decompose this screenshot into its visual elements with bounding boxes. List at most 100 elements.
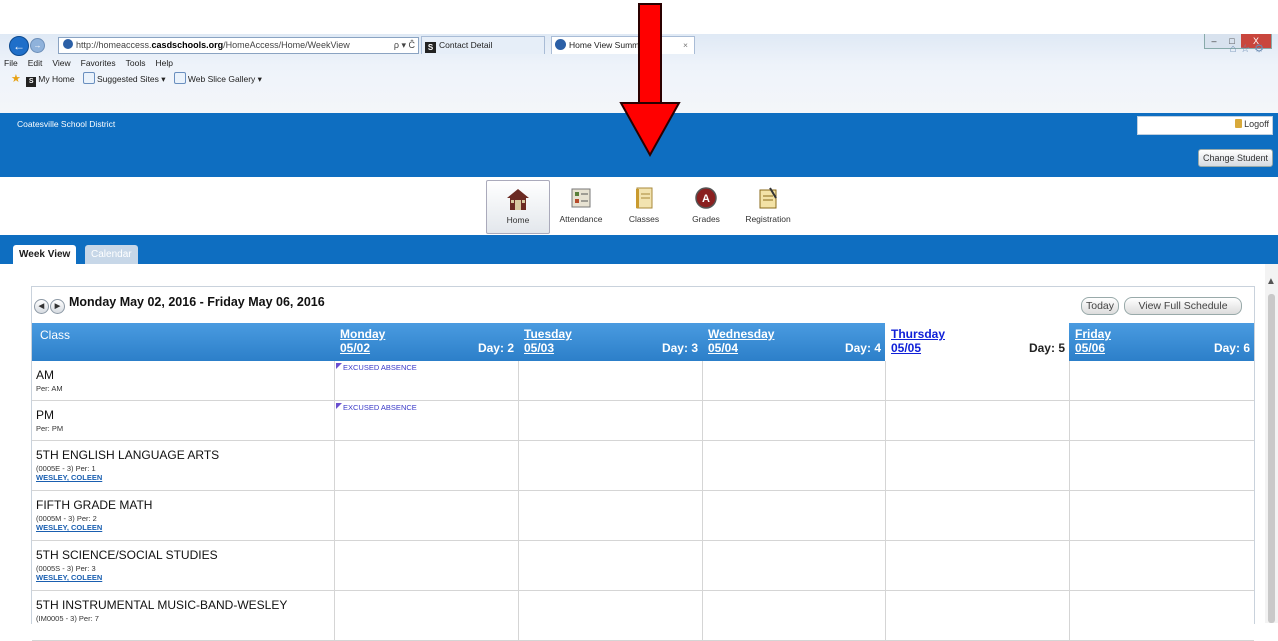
registration-icon: [759, 187, 777, 209]
schedule-cell[interactable]: [518, 441, 703, 490]
schedule-cell[interactable]: [885, 591, 1070, 640]
nav-classes[interactable]: Classes: [620, 180, 668, 232]
menu-view[interactable]: View: [52, 58, 70, 68]
scrollbar-thumb[interactable]: [1268, 294, 1275, 623]
teacher-link[interactable]: WESLEY, COLEEN: [36, 573, 102, 582]
forward-button[interactable]: →: [30, 38, 45, 53]
today-button[interactable]: Today: [1081, 297, 1119, 315]
lock-icon: [1235, 119, 1243, 128]
schedule-cell[interactable]: [518, 491, 703, 540]
schedule-cell[interactable]: [1069, 441, 1255, 490]
favorites-star-icon[interactable]: ★: [11, 73, 21, 85]
class-name: 5TH ENGLISH LANGUAGE ARTS: [36, 448, 220, 462]
nav-registration[interactable]: Registration: [740, 180, 796, 232]
change-student-button[interactable]: Change Student: [1198, 149, 1273, 167]
menu-help[interactable]: Help: [155, 58, 172, 68]
schedule-cell[interactable]: [334, 591, 519, 640]
schedule-cell[interactable]: [1069, 591, 1255, 640]
address-tools[interactable]: ρ ▾ Ĉ: [394, 38, 415, 53]
day-date-link[interactable]: 05/04: [708, 341, 738, 355]
ie-page-icon: [173, 72, 186, 84]
url-prefix: http://homeaccess.: [76, 40, 152, 50]
day-name-link[interactable]: Wednesday: [708, 327, 774, 341]
day-date-link[interactable]: 05/05: [891, 341, 921, 355]
menu-tools[interactable]: Tools: [126, 58, 146, 68]
tab-calendar[interactable]: Calendar: [85, 245, 138, 264]
prev-week-button[interactable]: ◀: [34, 299, 49, 314]
browser-toolbar-icons[interactable]: ⌂☆⚙: [1230, 42, 1268, 55]
nav-attendance-label: Attendance: [559, 214, 603, 224]
minimize-button[interactable]: –: [1205, 34, 1223, 48]
class-column-label: Class: [40, 328, 71, 342]
nav-classes-label: Classes: [628, 214, 660, 224]
browser-tab-contact-detail[interactable]: S Contact Detail: [421, 36, 545, 54]
day-name-link[interactable]: Tuesday: [524, 327, 572, 341]
day-date-link[interactable]: 05/06: [1075, 341, 1105, 355]
logoff-link[interactable]: Logoff: [1235, 119, 1269, 129]
nav-registration-label: Registration: [745, 214, 791, 224]
day-header-thursday: Thursday 05/05 Day: 5: [885, 323, 1069, 361]
schedule-cell[interactable]: [885, 541, 1070, 590]
class-period: (0005S - 3) Per: 3: [36, 564, 96, 573]
day-date-link[interactable]: 05/02: [340, 341, 370, 355]
schedule-cell[interactable]: [885, 491, 1070, 540]
absence-flag-icon: [336, 403, 342, 409]
schedule-cell[interactable]: [334, 541, 519, 590]
schedule-cell[interactable]: EXCUSED ABSENCE: [334, 361, 519, 400]
schedule-cell[interactable]: [518, 541, 703, 590]
fav-web-slice-gallery[interactable]: Web Slice Gallery ▾: [188, 74, 262, 84]
absence-event[interactable]: EXCUSED ABSENCE: [336, 403, 417, 412]
schedule-cell[interactable]: [334, 441, 519, 490]
schedule-cell[interactable]: [518, 591, 703, 640]
week-nav-arrows: ◀ ▶: [34, 297, 66, 314]
nav-grades[interactable]: A Grades: [686, 180, 726, 232]
day-name-link[interactable]: Thursday: [891, 327, 945, 341]
schedule-cell[interactable]: [518, 361, 703, 400]
schedule-cell[interactable]: [885, 401, 1070, 440]
week-range-title: ◀ ▶ Monday May 02, 2016 - Friday May 06, 2…: [34, 295, 325, 314]
menu-file[interactable]: File: [4, 58, 18, 68]
next-week-button[interactable]: ▶: [50, 299, 65, 314]
class-period: Per: PM: [36, 424, 64, 433]
tab-week-view[interactable]: Week View: [13, 245, 77, 264]
fav-my-home[interactable]: My Home: [38, 74, 74, 84]
schedule-cell[interactable]: [702, 591, 886, 640]
schedule-header: Class Monday 05/02 Day: 2 Tuesday 05/03 Day: 3…: [32, 323, 1254, 361]
view-full-schedule-button[interactable]: View Full Schedule: [1124, 297, 1242, 315]
schedule-cell[interactable]: [1069, 491, 1255, 540]
menu-favorites[interactable]: Favorites: [81, 58, 116, 68]
day-number: Day: 4: [844, 341, 881, 355]
nav-home[interactable]: Home: [486, 180, 550, 234]
teacher-link[interactable]: WESLEY, COLEEN: [36, 473, 102, 482]
schedule-cell[interactable]: [885, 361, 1070, 400]
schedule-cell[interactable]: [1069, 361, 1255, 400]
schedule-cell[interactable]: EXCUSED ABSENCE: [334, 401, 519, 440]
schedule-cell[interactable]: [1069, 541, 1255, 590]
week-range-label: Monday May 02, 2016 - Friday May 06, 201…: [69, 295, 325, 309]
schedule-cell[interactable]: [518, 401, 703, 440]
schedule-cell[interactable]: [702, 441, 886, 490]
schedule-cell[interactable]: [885, 441, 1070, 490]
schedule-cell[interactable]: [702, 361, 886, 400]
menu-edit[interactable]: Edit: [28, 58, 43, 68]
district-name: Coatesville School District: [17, 119, 116, 129]
day-name-link[interactable]: Friday: [1075, 327, 1111, 341]
schedule-cell[interactable]: [702, 491, 886, 540]
fav-suggested-sites[interactable]: Suggested Sites ▾: [97, 74, 166, 84]
day-date-link[interactable]: 05/03: [524, 341, 554, 355]
schedule-cell[interactable]: [702, 541, 886, 590]
schedule-cell[interactable]: [334, 491, 519, 540]
address-bar[interactable]: http://homeaccess.casdschools.org/HomeAc…: [58, 37, 419, 54]
page-scrollbar[interactable]: ▲: [1265, 264, 1278, 623]
schedule-cell[interactable]: [1069, 401, 1255, 440]
nav-attendance[interactable]: Attendance: [556, 180, 606, 232]
grades-icon: A: [695, 187, 717, 209]
absence-event[interactable]: EXCUSED ABSENCE: [336, 363, 417, 372]
absence-flag-icon: [336, 363, 342, 369]
day-number: Day: 6: [1213, 341, 1250, 355]
back-button[interactable]: ←: [9, 36, 29, 56]
schedule-cell[interactable]: [702, 401, 886, 440]
teacher-link[interactable]: WESLEY, COLEEN: [36, 523, 102, 532]
scroll-up-icon[interactable]: ▲: [1266, 276, 1276, 287]
day-name-link[interactable]: Monday: [340, 327, 385, 341]
